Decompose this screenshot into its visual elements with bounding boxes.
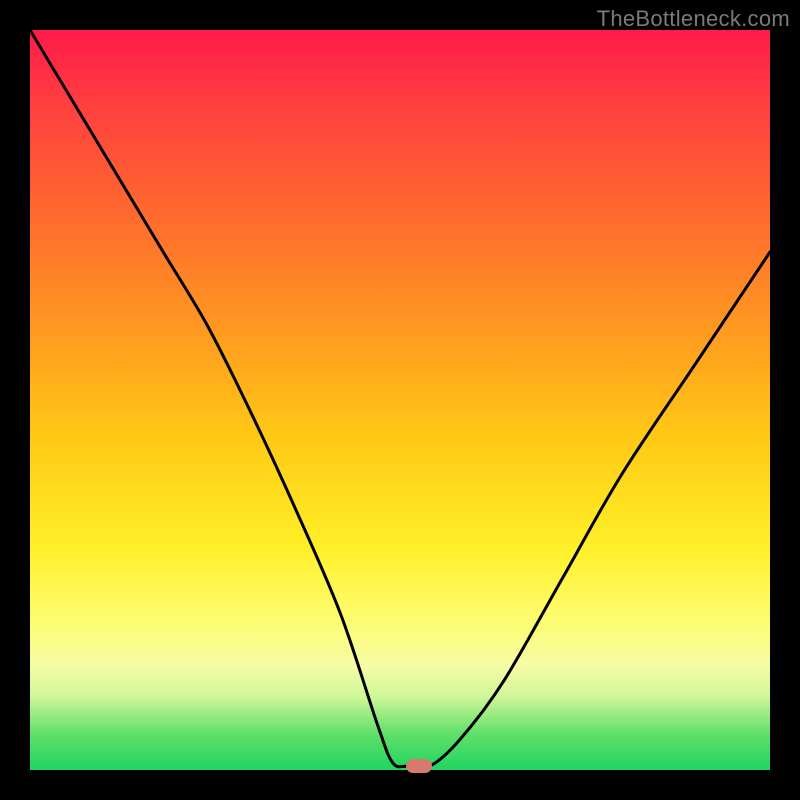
watermark-text: TheBottleneck.com: [597, 6, 790, 32]
chart-frame: TheBottleneck.com: [0, 0, 800, 800]
min-marker: [406, 759, 432, 773]
bottleneck-curve: [30, 30, 770, 770]
curve-path: [30, 30, 770, 768]
plot-area: [30, 30, 770, 770]
